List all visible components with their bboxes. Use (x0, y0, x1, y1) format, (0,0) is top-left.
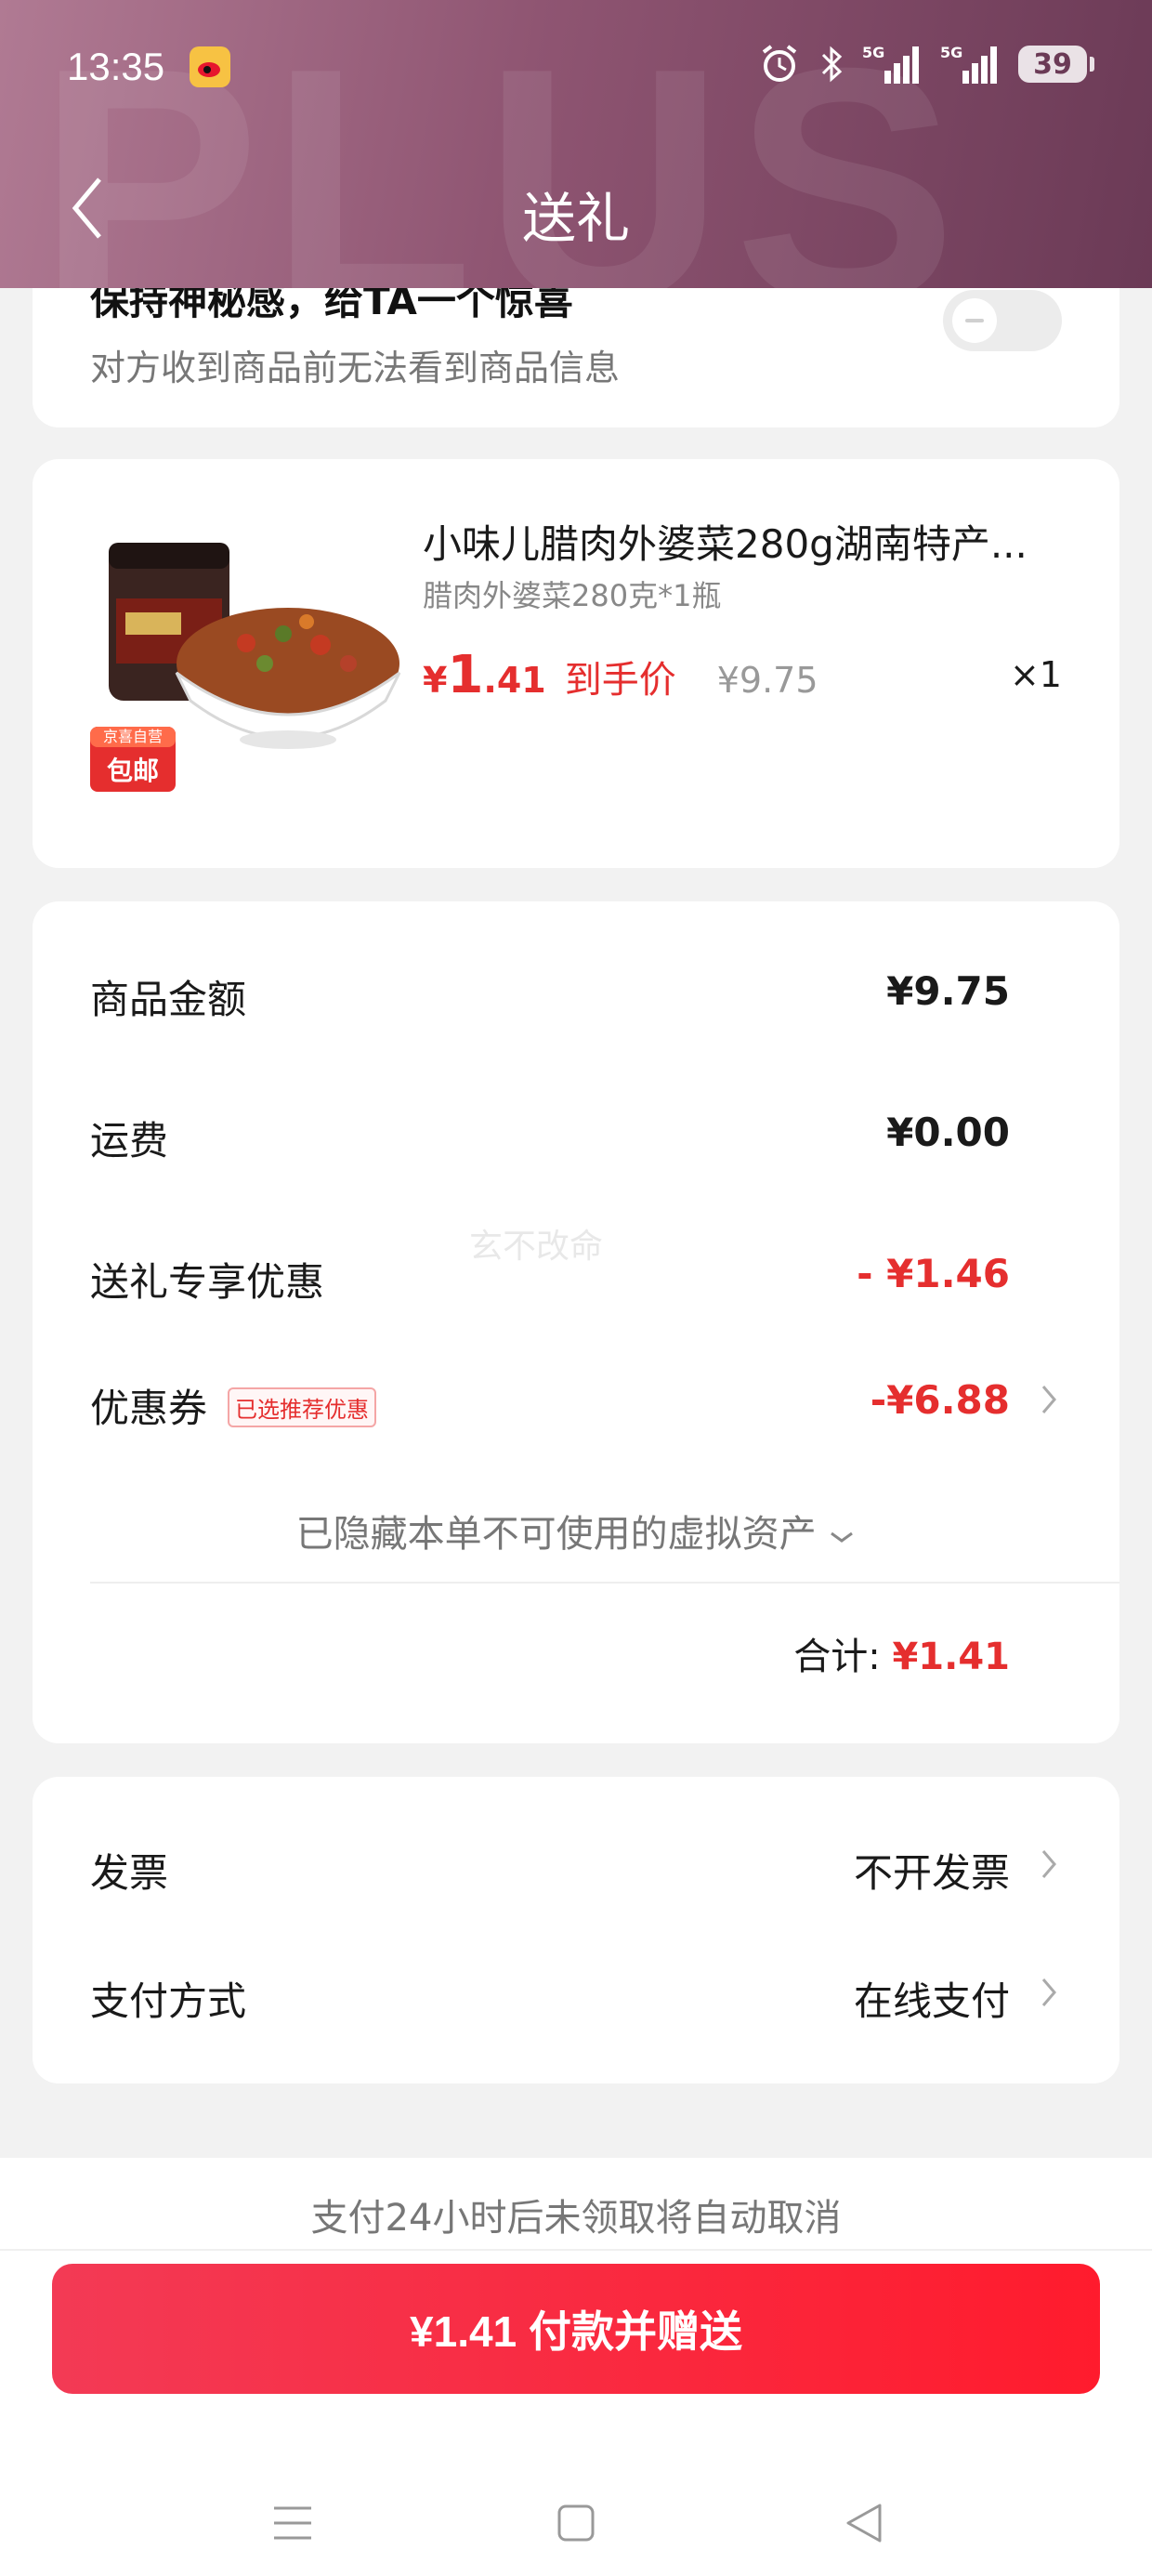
coupon-value: -¥6.88 (870, 1377, 1010, 1423)
product-name[interactable]: 小味儿腊肉外婆菜280g湖南特产... (423, 513, 1101, 570)
status-time: 13:35 (67, 45, 165, 88)
coupon-row[interactable]: 优惠券 已选推荐优惠 -¥6.88 (90, 1377, 1056, 1434)
chevron-down-icon (828, 1513, 856, 1556)
chevron-right-icon (1040, 1847, 1058, 1885)
page-title: 送礼 (521, 187, 630, 250)
product-image: 京喜自营 包邮 (88, 524, 404, 803)
back-triangle-icon (843, 2502, 885, 2548)
price-decimal: .41 (483, 660, 546, 701)
hidden-assets-text: 已隐藏本单不可使用的虚拟资产 (295, 1513, 817, 1556)
hidden-assets-toggle[interactable]: 已隐藏本单不可使用的虚拟资产 (33, 1504, 1119, 1557)
battery-level: 39 (1033, 47, 1072, 81)
original-price: ¥9.75 (716, 660, 818, 701)
shipping-value: ¥0.00 (886, 1110, 1010, 1155)
cancel-notice: 支付24小时后未领取将自动取消 (310, 2197, 842, 2240)
price-symbol: ¥ (423, 660, 448, 701)
invoice-row[interactable]: 发票 不开发票 (90, 1842, 1056, 1898)
svg-text:5G: 5G (940, 44, 962, 61)
battery-icon: 39 (1018, 46, 1094, 83)
coupon-label-group: 优惠券 已选推荐优惠 (90, 1377, 377, 1434)
back-nav-button[interactable] (831, 2492, 897, 2557)
shipping-label: 运费 (90, 1118, 169, 1163)
signal-5g-icon: 5G (940, 43, 1000, 85)
total-row: 合计: ¥1.41 (793, 1626, 1010, 1680)
shipping-row: 运费 ¥0.00 (90, 1110, 1010, 1165)
gift-discount-value: - ¥1.46 (857, 1251, 1010, 1296)
chevron-right-icon (1040, 1383, 1058, 1420)
amount-card: 商品金额 ¥9.75 运费 ¥0.00 送礼专享优惠 - ¥1.46 优惠券 已选… (33, 901, 1119, 1743)
divider (90, 1582, 1119, 1584)
total-value: ¥1.41 (892, 1636, 1010, 1678)
coupon-recommended-badge: 已选推荐优惠 (228, 1387, 377, 1427)
payment-method-value: 在线支付 (853, 1978, 1010, 2024)
coupon-label: 优惠券 (90, 1386, 208, 1431)
toggle-knob (952, 298, 997, 343)
gift-order-page: 保持神秘感，给TA一个惊喜 对方收到商品前无法看到商品信息 京喜自营 包邮 小味… (0, 0, 1152, 2576)
bluetooth-icon (819, 44, 844, 85)
invoice-label: 发票 (90, 1850, 169, 1896)
divider (0, 2249, 1152, 2251)
header: PLUS 13:35 5G 5G 39 送礼 (0, 0, 1152, 288)
total-label: 合计: (793, 1636, 881, 1678)
badge-top-text: 京喜自营 (103, 728, 163, 745)
alarm-icon (758, 43, 801, 85)
gift-discount-label: 送礼专享优惠 (90, 1259, 325, 1305)
product-spec: 腊肉外婆菜280克*1瓶 (423, 578, 722, 613)
chevron-right-icon (1040, 1976, 1058, 2013)
price-integer: 1 (447, 645, 484, 705)
status-icons: 5G 5G 39 (758, 43, 1094, 85)
final-price-tag: 到手价 (564, 659, 676, 702)
home-icon (556, 2503, 596, 2547)
secret-mode-toggle[interactable] (943, 290, 1062, 351)
weibo-icon (190, 46, 230, 87)
system-nav-bar (0, 2474, 1152, 2576)
user-watermark: 玄不改命 (469, 1228, 604, 1266)
product-card[interactable]: 京喜自营 包邮 小味儿腊肉外婆菜280g湖南特产... 腊肉外婆菜280克*1瓶… (33, 459, 1119, 868)
secret-mode-subtitle: 对方收到商品前无法看到商品信息 (90, 348, 621, 388)
home-button[interactable] (543, 2492, 609, 2557)
goods-amount-value: ¥9.75 (886, 968, 1010, 1014)
pay-and-gift-button[interactable]: ¥1.41 付款并赠送 (52, 2264, 1100, 2394)
menu-button[interactable] (260, 2492, 325, 2557)
footer: 支付24小时后未领取将自动取消 ¥1.41 付款并赠送 (0, 2158, 1152, 2576)
badge-bottom-text: 包邮 (107, 756, 159, 786)
payment-card: 发票 不开发票 支付方式 在线支付 (33, 1777, 1119, 2083)
status-bar: 13:35 5G 5G 39 (0, 0, 1152, 139)
signal-5g-icon: 5G (862, 43, 922, 85)
payment-method-label: 支付方式 (90, 1978, 247, 2024)
product-quantity: ×1 (1009, 654, 1062, 695)
product-price: ¥ 1 .41 到手价 ¥9.75 (423, 645, 818, 705)
goods-amount-row: 商品金额 ¥9.75 (90, 968, 1010, 1024)
invoice-value: 不开发票 (853, 1850, 1010, 1896)
svg-text:5G: 5G (862, 44, 884, 61)
payment-method-row[interactable]: 支付方式 在线支付 (90, 1970, 1056, 2026)
goods-amount-label: 商品金额 (90, 977, 247, 1022)
nav-row: 送礼 (0, 158, 1152, 260)
menu-icon (270, 2503, 315, 2547)
